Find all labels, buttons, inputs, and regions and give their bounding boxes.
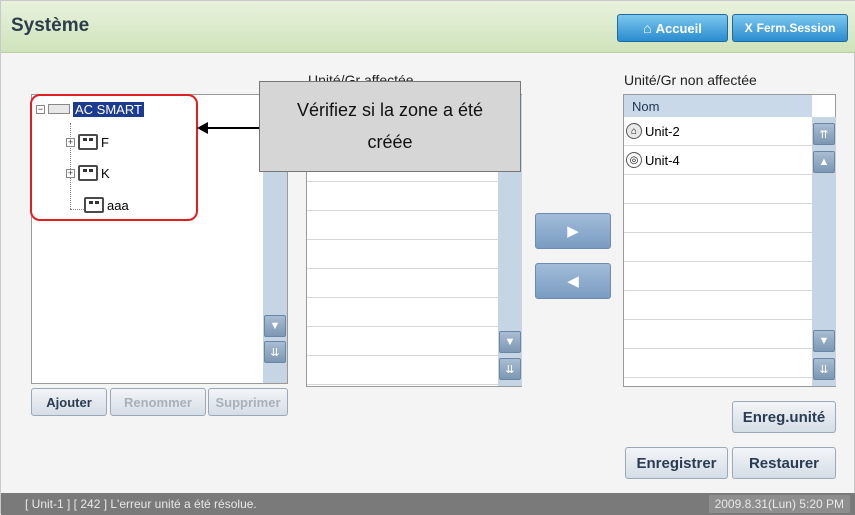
scroll-bottom-icon[interactable]: ⇊ xyxy=(499,358,521,380)
list-item[interactable]: ◎ Unit-4 xyxy=(624,146,812,175)
move-left-button[interactable]: ◀ xyxy=(535,263,611,299)
home-icon: ⌂ xyxy=(643,20,652,36)
status-bar: [ Unit-1 ] [ 242 ] L'erreur unité a été … xyxy=(1,493,855,515)
scroll-bottom-icon[interactable]: ⇊ xyxy=(264,341,286,363)
chevron-right-icon: ▶ xyxy=(567,223,579,240)
list-item[interactable] xyxy=(307,240,498,269)
home-button[interactable]: ⌂ Accueil xyxy=(617,14,728,42)
highlight-frame xyxy=(30,94,198,221)
scroll-up-icon[interactable]: ▲ xyxy=(813,151,835,173)
scroll-top-icon[interactable]: ⇈ xyxy=(813,123,835,145)
list-item[interactable] xyxy=(307,211,498,240)
list-item-label: Unit-2 xyxy=(645,123,680,139)
logout-button-label: Ferm.Session xyxy=(756,21,836,35)
list-item[interactable] xyxy=(307,269,498,298)
callout-text-line2: créée xyxy=(367,132,413,152)
scroll-bottom-icon[interactable]: ⇊ xyxy=(813,358,835,380)
list-item-label: Unit-4 xyxy=(645,152,680,168)
list-item[interactable] xyxy=(624,204,812,233)
list-item[interactable] xyxy=(307,356,498,385)
callout-arrow-line xyxy=(207,127,259,129)
status-message: [ Unit-1 ] [ 242 ] L'erreur unité a été … xyxy=(25,497,257,511)
logout-button[interactable]: X Ferm.Session xyxy=(732,14,848,42)
delete-zone-button[interactable]: Supprimer xyxy=(208,388,288,416)
window-frame: Système ⌂ Accueil X Ferm.Session − AC SM… xyxy=(0,0,855,515)
restore-button[interactable]: Restaurer xyxy=(732,447,836,479)
rename-zone-button[interactable]: Renommer xyxy=(110,388,206,416)
save-unit-button[interactable]: Enreg.unité xyxy=(732,401,836,433)
indoor-unit-icon: ⌂ xyxy=(626,123,642,139)
chevron-left-icon: ◀ xyxy=(567,273,579,290)
list-item[interactable] xyxy=(624,233,812,262)
unassigned-list[interactable]: Nom ⌂ Unit-2 ◎ Unit-4 ⇈ ▲ ▼ ⇊ xyxy=(623,94,836,387)
instruction-callout: Vérifiez si la zone a été créée xyxy=(259,81,521,172)
list-item[interactable] xyxy=(307,327,498,356)
scroll-down-icon[interactable]: ▼ xyxy=(264,315,286,337)
list-item[interactable] xyxy=(624,291,812,320)
move-right-button[interactable]: ▶ xyxy=(535,213,611,249)
unassigned-list-label: Unité/Gr non affectée xyxy=(624,72,757,88)
list-item[interactable]: ⌂ Unit-2 xyxy=(624,117,812,146)
scroll-down-icon[interactable]: ▼ xyxy=(813,330,835,352)
unassigned-scrollbar[interactable]: ⇈ ▲ ▼ ⇊ xyxy=(812,117,836,386)
list-item[interactable] xyxy=(307,298,498,327)
close-icon: X xyxy=(744,21,753,35)
callout-text-line1: Vérifiez si la zone a été xyxy=(296,100,484,120)
save-button[interactable]: Enregistrer xyxy=(625,447,728,479)
list-item[interactable] xyxy=(307,182,498,211)
status-datetime: 2009.8.31(Lun) 5:20 PM xyxy=(708,495,850,513)
arrow-left-icon xyxy=(197,122,208,134)
header-bar: Système ⌂ Accueil X Ferm.Session xyxy=(1,1,855,53)
column-header-name[interactable]: Nom xyxy=(624,95,812,117)
home-button-label: Accueil xyxy=(655,20,702,36)
list-item[interactable] xyxy=(624,262,812,291)
list-item[interactable] xyxy=(624,175,812,204)
list-item[interactable] xyxy=(624,320,812,349)
scroll-down-icon[interactable]: ▼ xyxy=(499,331,521,353)
list-item[interactable] xyxy=(624,349,812,378)
page-title: Système xyxy=(11,15,90,36)
awhp-unit-icon: ◎ xyxy=(626,152,642,168)
add-zone-button[interactable]: Ajouter xyxy=(31,388,107,416)
